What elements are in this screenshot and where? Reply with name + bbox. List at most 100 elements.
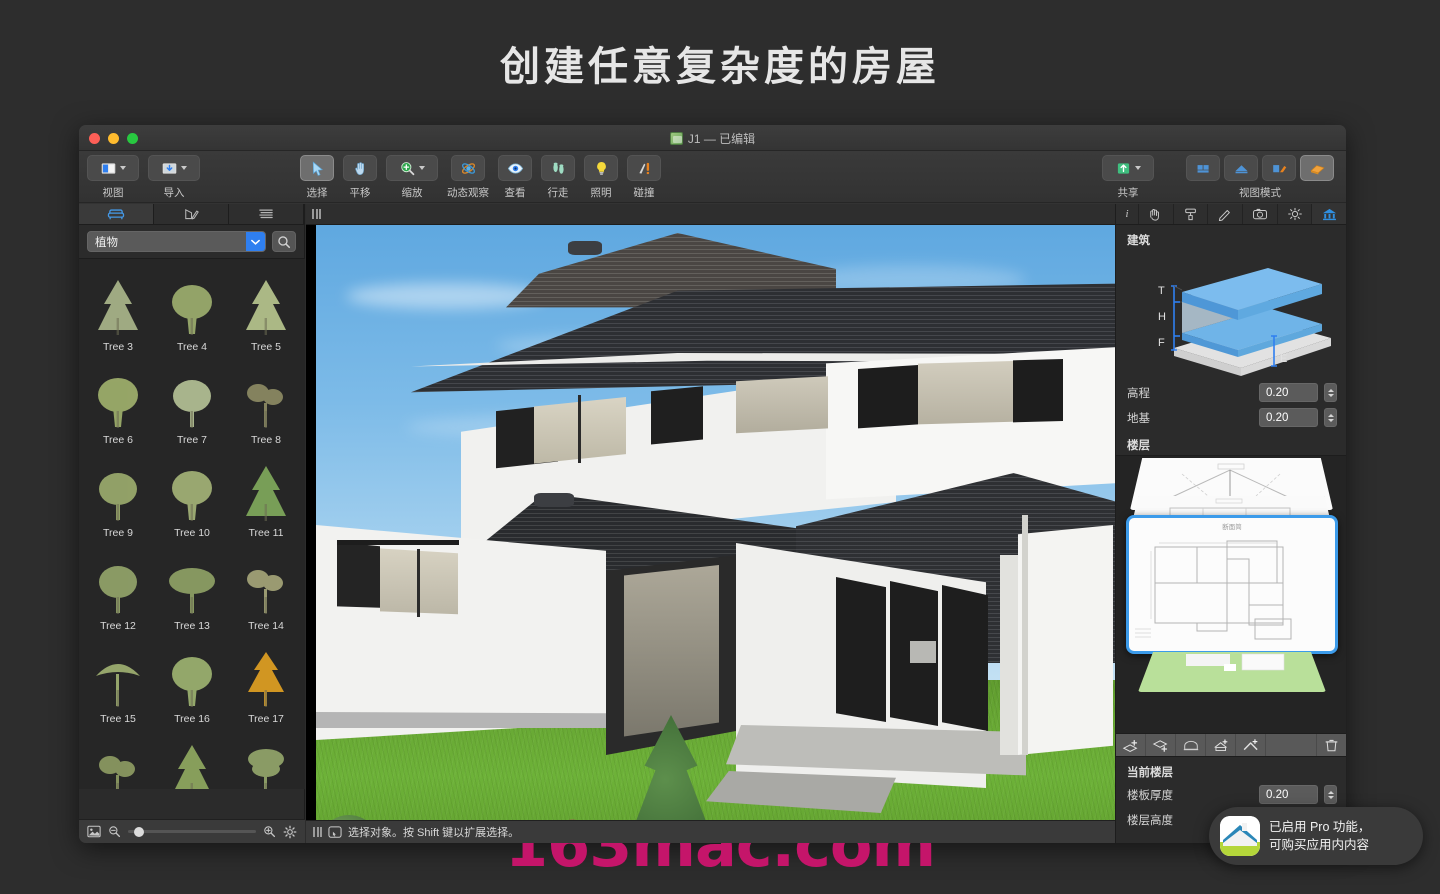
toolbar-label-view: 视图 (102, 187, 124, 199)
search-button[interactable] (272, 231, 296, 252)
object-grid-item[interactable]: Tree 11 (229, 451, 303, 544)
pro-notification-toast[interactable]: 已启用 Pro 功能， 可购买应用内内容 (1209, 807, 1423, 865)
object-grid-item[interactable]: Tree 9 (81, 451, 155, 544)
basement-button[interactable] (1176, 734, 1206, 756)
object-grid-item[interactable]: Tree 3 (81, 265, 155, 358)
tab-camera[interactable] (1242, 204, 1277, 224)
pan-tool-button[interactable] (343, 155, 377, 181)
object-grid-item[interactable]: Tree 20 (229, 730, 303, 789)
viewmode-textured-button[interactable] (1262, 155, 1296, 181)
app-window: J1 — 已编辑 视图 导入 选择 平移 缩放 动态观察 查看 行走 照明 碰撞… (79, 125, 1346, 843)
add-floor-below-button[interactable] (1146, 734, 1176, 756)
toolbar-item-orbit[interactable]: 动态观察 (447, 155, 489, 200)
main-area: 植物 Tree 3 Tree 4 Tree 5 Tree 6 Tree 7 Tr… (79, 204, 1346, 843)
stepper-elevation[interactable] (1324, 383, 1337, 402)
scene-render[interactable] (306, 225, 1115, 820)
stepper-slab-thickness[interactable] (1324, 785, 1337, 804)
object-grid-item[interactable]: Tree 17 (229, 637, 303, 730)
cursor-hint-icon (328, 825, 342, 838)
viewport-top-bar (306, 204, 1115, 225)
tab-list[interactable] (229, 204, 304, 224)
object-label: Tree 12 (100, 620, 136, 632)
orbit-tool-button[interactable] (451, 155, 485, 181)
orbit-icon (461, 162, 475, 174)
object-thumbnail (92, 557, 144, 615)
zoom-tool-button[interactable] (386, 155, 438, 181)
sofa-icon (107, 209, 125, 220)
delete-floor-button[interactable] (1316, 734, 1346, 756)
toolbar-right-group: 共享 视图模式 (1102, 155, 1334, 200)
add-ground-floor-button[interactable] (1206, 734, 1236, 756)
object-grid-item[interactable]: Tree 14 (229, 544, 303, 637)
tab-info[interactable]: i (1116, 204, 1138, 224)
add-roof-button[interactable] (1236, 734, 1266, 756)
field-slab-thickness[interactable]: 楼板厚度 0.20 (1116, 782, 1346, 807)
object-grid-item[interactable]: Tree 19 (155, 730, 229, 789)
object-grid-item[interactable]: Tree 18 (81, 730, 155, 789)
object-grid-item[interactable]: Tree 4 (155, 265, 229, 358)
select-tool-button[interactable] (300, 155, 334, 181)
light-tool-button[interactable] (584, 155, 618, 181)
object-label: Tree 3 (103, 341, 133, 353)
floor-thumb-selected-label: 断面简 (1222, 524, 1242, 531)
object-grid-item[interactable]: Tree 13 (155, 544, 229, 637)
toolbar-item-zoom[interactable]: 缩放 (386, 155, 438, 200)
object-label: Tree 14 (248, 620, 284, 632)
drag-grip-icon[interactable] (312, 209, 321, 219)
viewmode-wireframe-button[interactable] (1186, 155, 1220, 181)
viewmode-shaded-button[interactable] (1224, 155, 1258, 181)
tab-paint[interactable] (1172, 204, 1208, 224)
toolbar-item-share[interactable]: 共享 (1102, 155, 1154, 200)
tab-objects[interactable] (79, 204, 154, 224)
toolbar-item-pan[interactable]: 平移 (343, 155, 377, 200)
tab-building[interactable] (1311, 204, 1346, 224)
object-thumbnail (92, 278, 144, 336)
object-thumbnail (92, 371, 144, 429)
object-grid[interactable]: Tree 3 Tree 4 Tree 5 Tree 6 Tree 7 Tree 8 Tree… (79, 258, 305, 789)
toolbar-item-view[interactable]: 视图 (87, 155, 139, 200)
building-section-title: 建筑 (1127, 235, 1150, 247)
view-button[interactable] (87, 155, 139, 181)
toolbar-item-walk[interactable]: 行走 (541, 155, 575, 200)
look-tool-button[interactable] (498, 155, 532, 181)
toolbar-item-view-look[interactable]: 查看 (498, 155, 532, 200)
tab-drawing[interactable] (154, 204, 229, 224)
object-grid-item[interactable]: Tree 10 (155, 451, 229, 544)
walk-tool-button[interactable] (541, 155, 575, 181)
toolbar-item-collision[interactable]: 碰撞 (627, 155, 661, 200)
floor-thumb-terrain[interactable] (1138, 652, 1326, 692)
object-grid-item[interactable]: Tree 12 (81, 544, 155, 637)
category-dropdown[interactable]: 植物 (87, 231, 266, 252)
object-grid-item[interactable]: Tree 8 (229, 358, 303, 451)
object-grid-item[interactable]: Tree 7 (155, 358, 229, 451)
drag-grip-icon[interactable] (313, 827, 322, 837)
floor-thumb-selected[interactable]: 断面简 (1126, 515, 1338, 654)
add-floor-above-button[interactable] (1116, 734, 1146, 756)
import-button[interactable] (148, 155, 200, 181)
field-foundation[interactable]: 地基 0.20 (1116, 405, 1346, 430)
toolbar-item-select[interactable]: 选择 (300, 155, 334, 200)
object-grid-item[interactable]: Tree 5 (229, 265, 303, 358)
viewport-status-bar: 选择对象。按 Shift 键以扩展选择。 (306, 820, 1115, 843)
field-elevation[interactable]: 高程 0.20 (1116, 380, 1346, 405)
tab-light[interactable] (1276, 204, 1312, 224)
viewmode-realistic-button[interactable] (1300, 155, 1334, 181)
collision-tool-button[interactable] (627, 155, 661, 181)
object-thumbnail (92, 464, 144, 522)
chevron-down-icon[interactable] (246, 232, 265, 251)
stepper-foundation[interactable] (1324, 408, 1337, 427)
input-foundation[interactable]: 0.20 (1259, 408, 1318, 427)
tab-material[interactable] (1138, 204, 1173, 224)
floor-stack[interactable]: 断面简 (1116, 455, 1346, 734)
viewport-3d[interactable]: 选择对象。按 Shift 键以扩展选择。 (306, 204, 1115, 843)
object-grid-item[interactable]: Tree 16 (155, 637, 229, 730)
tab-edit[interactable] (1207, 204, 1242, 224)
object-grid-item[interactable]: Tree 15 (81, 637, 155, 730)
toolbar-item-light[interactable]: 照明 (584, 155, 618, 200)
toolbar-item-import[interactable]: 导入 (148, 155, 200, 200)
input-elevation[interactable]: 0.20 (1259, 383, 1318, 402)
share-button[interactable] (1102, 155, 1154, 181)
input-slab-thickness[interactable]: 0.20 (1259, 785, 1318, 804)
object-grid-item[interactable]: Tree 6 (81, 358, 155, 451)
building-diagram-svg: T H F E (1158, 268, 1331, 376)
